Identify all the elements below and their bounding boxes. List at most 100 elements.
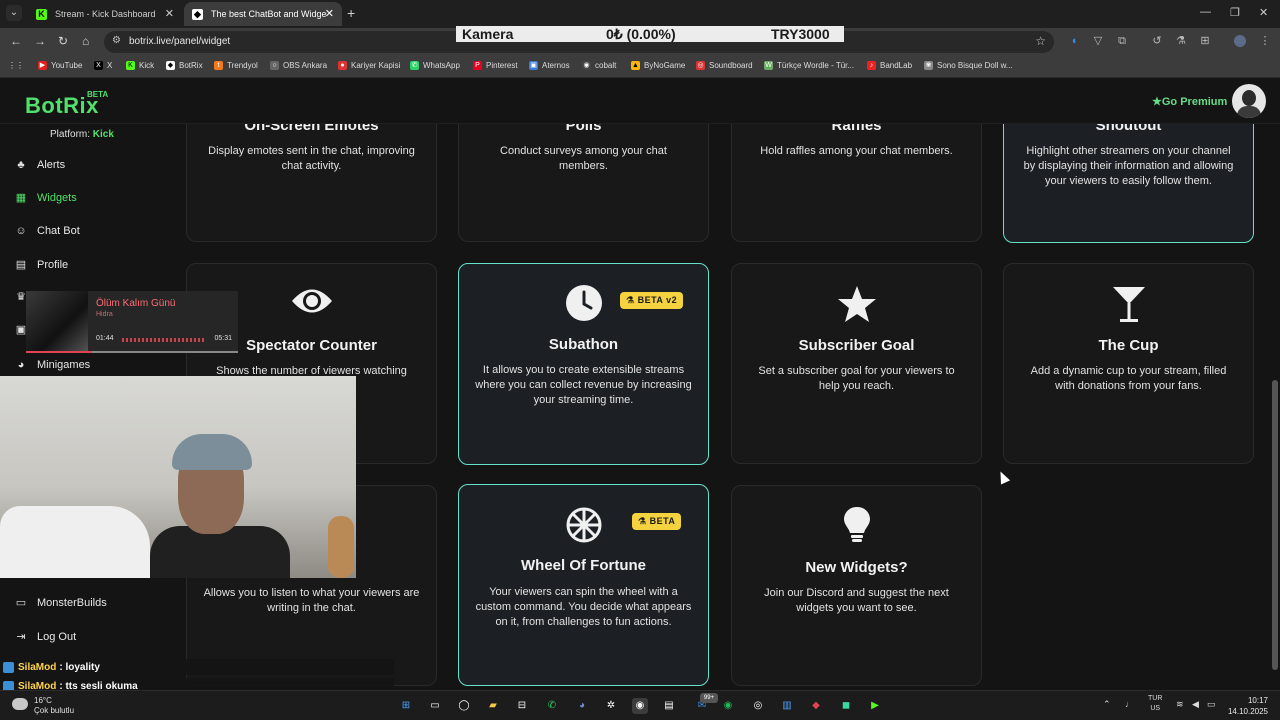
widget-card-polls[interactable]: Polls Conduct surveys among your chat me…: [458, 124, 709, 242]
spotify-icon[interactable]: ◉: [720, 698, 736, 714]
user-avatar[interactable]: [1232, 84, 1266, 118]
widget-card-the-cup[interactable]: The Cup Add a dynamic cup to your stream…: [1003, 263, 1254, 464]
weather-description: Çok bulutlu: [34, 706, 75, 715]
extensions-puzzle-icon[interactable]: ⧉: [1116, 35, 1128, 47]
chat-overlay-message: SilaMod : loyality: [0, 659, 394, 675]
widget-card-subscriber-goal[interactable]: Subscriber Goal Set a subscriber goal fo…: [731, 263, 982, 464]
bookmark-youtube[interactable]: ▶ YouTube: [38, 61, 82, 70]
chatgpt-icon[interactable]: ✲: [603, 698, 619, 714]
bandlab-icon: ♪: [867, 61, 876, 70]
sidebar-item-alerts[interactable]: ♣ Alerts: [14, 158, 65, 172]
back-arrow-icon[interactable]: ←: [10, 34, 22, 48]
bookmark-x[interactable]: XX: [94, 61, 112, 70]
cocktail-icon: [1004, 284, 1253, 329]
widget-card-wheel-of-fortune[interactable]: ⚗ BETA Wheel Of Fortune Your viewers can…: [458, 484, 709, 686]
home-icon[interactable]: ⌂: [82, 34, 89, 48]
bookmark-bynogame[interactable]: ▲ ByNoGame: [631, 61, 685, 70]
bookmark-botrix[interactable]: ◆ BotRix: [166, 61, 203, 70]
wifi-icon[interactable]: ≋: [1176, 699, 1184, 710]
chrome-icon[interactable]: ◉: [632, 698, 648, 714]
widget-card-subathon[interactable]: ⚗ BETA v2 Subathon It allows you to crea…: [458, 263, 709, 465]
bookmark-cobalt[interactable]: ◉ cobalt: [582, 61, 616, 70]
history-icon[interactable]: ↺: [1151, 35, 1163, 47]
app-icon[interactable]: ◆: [808, 698, 824, 714]
close-window-icon[interactable]: ✕: [1259, 6, 1268, 19]
bookmark-whatsapp[interactable]: ✆ WhatsApp: [410, 61, 460, 70]
tab-search-button[interactable]: ⌄: [6, 5, 22, 21]
bookmark-kick[interactable]: K Kick: [126, 61, 154, 70]
beta-badge: ⚗ BETA: [632, 513, 682, 530]
whatsapp-icon[interactable]: ✆: [544, 698, 560, 714]
widget-card-on-screen-emotes[interactable]: On-Screen Emotes Display emotes sent in …: [186, 124, 437, 242]
task-view-icon[interactable]: ▭: [427, 698, 443, 714]
sidebar-item-chat-bot[interactable]: ☺ Chat Bot: [14, 224, 79, 238]
windows-start-icon[interactable]: ⊞: [398, 698, 414, 714]
extension-icon[interactable]: ▽: [1092, 35, 1104, 47]
flask-icon: ⚗: [638, 516, 650, 526]
sidebar-item-widgets[interactable]: ▦ Widgets: [14, 191, 77, 205]
cobalt-icon: ◉: [582, 61, 591, 70]
bookmark-star-icon[interactable]: ☆: [1035, 34, 1046, 48]
sono-bisque-icon: ❀: [924, 61, 933, 70]
widget-card-raffles[interactable]: Raffles Hold raffles among your chat mem…: [731, 124, 982, 242]
bookmark-soundboard[interactable]: ◎ Soundboard: [696, 61, 753, 70]
sidebar-item-minigames[interactable]: ◕ Minigames: [14, 358, 91, 372]
obs-icon[interactable]: ◎: [750, 698, 766, 714]
forward-arrow-icon[interactable]: →: [34, 34, 46, 48]
site-info-icon[interactable]: ⚙: [112, 35, 121, 46]
tray-chevron-icon[interactable]: ⌃: [1103, 699, 1111, 710]
widget-card-new-widgets[interactable]: New Widgets? Join our Discord and sugges…: [731, 485, 982, 686]
restore-window-icon[interactable]: ❐: [1230, 6, 1240, 19]
bookmark-aternos[interactable]: ▣ Aternos: [529, 61, 570, 70]
sidebar-item-profile[interactable]: ▤ Profile: [14, 258, 68, 272]
extension-icon[interactable]: ◖: [1068, 35, 1080, 47]
notepad-icon[interactable]: ▥: [779, 698, 795, 714]
close-tab-icon[interactable]: ✕: [325, 7, 334, 20]
store-icon[interactable]: ⊟: [514, 698, 530, 714]
browser-tab-kick-dashboard[interactable]: K Stream - Kick Dashboard ✕: [28, 2, 182, 26]
extension-icon[interactable]: ⚗: [1175, 35, 1187, 47]
bookmark-kariyer-kapisi[interactable]: ● Kariyer Kapisi: [338, 61, 400, 70]
reload-icon[interactable]: ↻: [58, 34, 68, 48]
sidebar-item-log-out[interactable]: ⇥ Log Out: [14, 630, 76, 644]
new-tab-button[interactable]: +: [347, 5, 355, 21]
bookmark-turkce-wordle[interactable]: W Türkçe Wordle - Tür...: [764, 61, 854, 70]
sidebar-item-monsterbuilds[interactable]: ▭ MonsterBuilds: [14, 596, 107, 610]
bookmark-sono-bisque-doll[interactable]: ❀ Sono Bisque Doll w...: [924, 61, 1013, 70]
app-icon[interactable]: ◼: [838, 698, 854, 714]
page-scrollbar[interactable]: [1272, 380, 1278, 670]
battery-icon[interactable]: ▭: [1207, 699, 1216, 710]
widget-description: Add a dynamic cup to your stream, filled…: [1030, 365, 1227, 392]
bynogame-icon: ▲: [631, 61, 640, 70]
menu-kebab-icon[interactable]: ⋮: [1259, 35, 1271, 47]
widget-card-shoutout[interactable]: Shoutout Highlight other streamers on yo…: [1003, 124, 1254, 243]
browser-tab-botrix[interactable]: ◆ The best ChatBot and Widgets ✕: [184, 2, 342, 26]
file-explorer-icon[interactable]: ▰: [485, 698, 501, 714]
language-indicator[interactable]: TUR US: [1148, 694, 1162, 714]
id-card-icon: ▤: [15, 259, 27, 271]
bookmark-obs-ankara[interactable]: ○ OBS Ankara: [270, 61, 327, 70]
widget-description: Allows you to listen to what your viewer…: [203, 587, 420, 614]
notification-count-badge: 99+: [700, 693, 718, 703]
minimize-window-icon[interactable]: —: [1200, 6, 1211, 18]
microphone-icon[interactable]: ♩: [1125, 699, 1134, 709]
kick-app-icon[interactable]: ▶: [867, 698, 883, 714]
gamepad-icon: ◕: [17, 359, 25, 371]
profile-avatar-icon[interactable]: [1234, 35, 1246, 47]
system-clock[interactable]: 10:17 14.10.2025: [1226, 695, 1268, 717]
bookmark-pinterest[interactable]: P Pinterest: [473, 61, 518, 70]
obs-icon: ○: [270, 61, 279, 70]
bookmark-trendyol[interactable]: t Trendyol: [214, 61, 258, 70]
region-code: US: [1150, 705, 1161, 712]
bookmark-bandlab[interactable]: ♪ BandLab: [867, 61, 912, 70]
discord-icon[interactable]: ◕: [574, 698, 590, 714]
apps-grid-icon[interactable]: ⋮⋮: [8, 61, 24, 70]
terminal-icon[interactable]: ▤: [661, 698, 677, 714]
close-tab-icon[interactable]: ✕: [165, 7, 174, 20]
song-progress-bar: [26, 351, 238, 353]
translate-icon[interactable]: ⊞: [1199, 35, 1211, 47]
search-icon[interactable]: ◯: [456, 698, 472, 714]
go-premium-button[interactable]: ★Go Premium: [1152, 95, 1227, 108]
volume-icon[interactable]: ◀: [1192, 699, 1199, 710]
now-playing-overlay: Ölüm Kalım Günü Hidra 01:44 05:31: [26, 291, 238, 353]
